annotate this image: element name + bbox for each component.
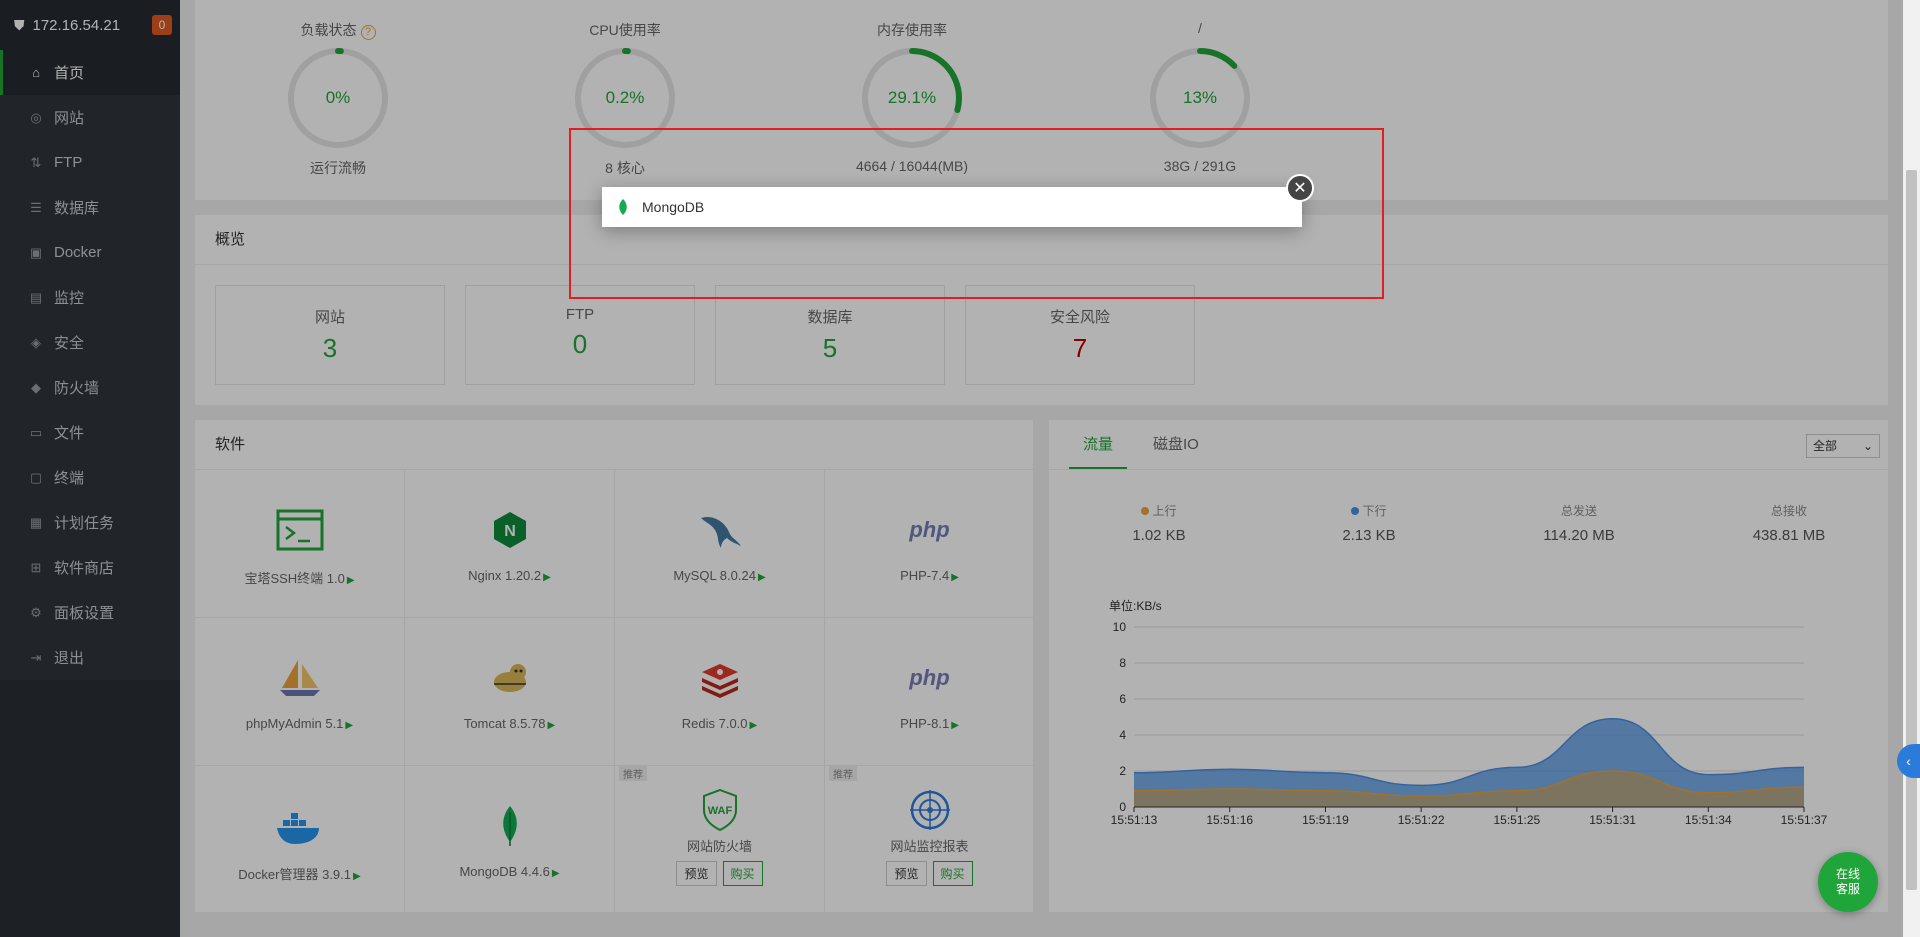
support-label: 在线 [1835,867,1860,881]
close-icon[interactable]: ✕ [1286,174,1314,202]
popup-label: MongoDB [642,199,705,215]
scrollbar-thumb[interactable] [1906,170,1917,890]
mongodb-leaf-icon [619,199,627,215]
scrollbar[interactable] [1903,0,1920,937]
online-support-button[interactable]: 在线 客服 [1818,852,1878,912]
support-label: 客服 [1835,882,1860,896]
popup-panel: MongoDB [602,187,1302,227]
